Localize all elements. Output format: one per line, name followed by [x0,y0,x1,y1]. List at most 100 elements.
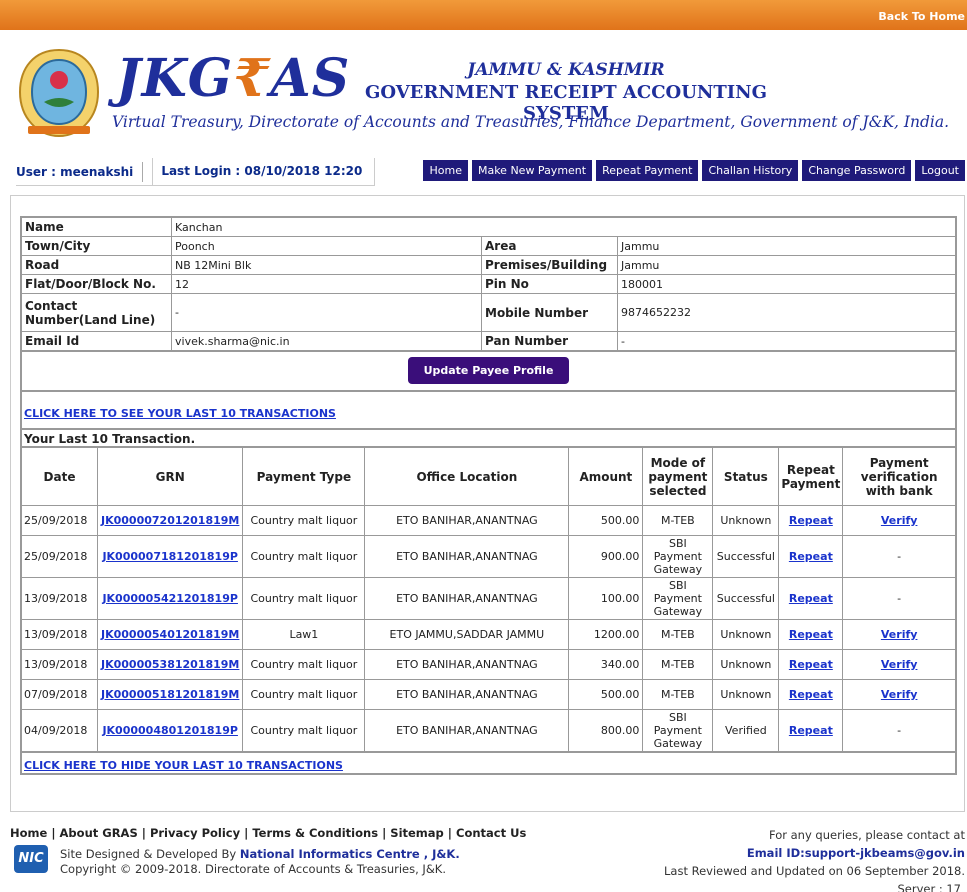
nav-logout[interactable]: Logout [915,160,965,181]
profile-area-value: Jammu [617,236,956,256]
cell-mode: M-TEB [642,649,714,680]
cell-repeat-link: Repeat [778,619,844,650]
grn-link[interactable]: JK000005401201819M [101,628,239,641]
main-nav: Home Make New Payment Repeat Payment Cha… [419,160,965,181]
cell-repeat-link: Repeat [778,535,844,578]
nav-change-password[interactable]: Change Password [802,160,912,181]
cell-payment-type: Country malt liquor [242,505,366,536]
back-to-home-link[interactable]: Back To Home [878,10,965,23]
cell-office-location: ETO BANIHAR,ANANTNAG [364,649,570,680]
user-label: User : meenakshi [16,164,134,179]
cell-payment-type: Country malt liquor [242,709,366,752]
nav-home[interactable]: Home [423,160,468,181]
show-transactions-link[interactable]: CLICK HERE TO SEE YOUR LAST 10 TRANSACTI… [24,407,336,420]
payee-profile-table: Name Kanchan Town/City Poonch Area Jammu… [21,217,956,351]
jkgras-logo: JKG₹AS [116,48,351,109]
cell-amount: 1200.00 [568,619,644,650]
repeat-link[interactable]: Repeat [789,658,833,671]
nic-name: National Informatics Centre , J&K. [239,847,460,861]
tagline: Virtual Treasury, Directorate of Account… [112,113,950,131]
profile-mobile-value: 9874652232 [617,293,956,332]
cell-grn-link: JK000005421201819P [96,577,244,620]
verify-link[interactable]: Verify [881,658,918,671]
repeat-link[interactable]: Repeat [789,514,833,527]
contact-info: For any queries, please contact at Email… [664,826,965,892]
cell-status: Unknown [712,679,780,710]
repeat-link[interactable]: Repeat [789,592,833,605]
cell-amount: 900.00 [568,535,644,578]
col-status: Status [712,447,780,506]
transactions-title: Your Last 10 Transaction. [21,429,956,447]
verify-link[interactable]: Verify [881,628,918,641]
repeat-link[interactable]: Repeat [789,724,833,737]
col-grn: GRN [96,447,244,506]
cell-date: 04/09/2018 [21,709,98,752]
profile-premises-value: Jammu [617,255,956,275]
grn-link[interactable]: JK000005181201819M [101,688,239,701]
verify-link[interactable]: Verify [881,514,918,527]
cell-verify: Verify [842,505,956,536]
footer-link-home[interactable]: Home [10,826,47,840]
cell-repeat-link: Repeat [778,709,844,752]
cell-mode: M-TEB [642,505,714,536]
cell-date: 13/09/2018 [21,577,98,620]
cell-status: Unknown [712,649,780,680]
cell-office-location: ETO BANIHAR,ANANTNAG [364,577,570,620]
grn-link[interactable]: JK000005381201819M [101,658,239,671]
profile-email-value: vivek.sharma@nic.in [171,331,482,351]
cell-payment-type: Country malt liquor [242,679,366,710]
profile-road-value: NB 12Mini Blk [171,255,482,275]
cell-repeat-link: Repeat [778,505,844,536]
grn-link[interactable]: JK000004801201819P [102,724,238,737]
cell-payment-type: Law1 [242,619,366,650]
nav-repeat-payment[interactable]: Repeat Payment [596,160,699,181]
cell-status: Successful [712,535,780,578]
nav-make-new-payment[interactable]: Make New Payment [471,160,593,181]
verify-link[interactable]: Verify [881,688,918,701]
profile-pin-value: 180001 [617,274,956,294]
designed-by: Site Designed & Developed By National In… [60,847,460,861]
transactions-table: Date GRN Payment Type Office Location Am… [21,447,956,752]
server-label: Server : 17 [897,882,961,892]
col-amount: Amount [568,447,644,506]
footer-link-about[interactable]: About GRAS [60,826,138,840]
cell-office-location: ETO JAMMU,SADDAR JAMMU [364,619,570,650]
footer-link-terms[interactable]: Terms & Conditions [252,826,378,840]
cell-amount: 340.00 [568,649,644,680]
cell-status: Successful [712,577,780,620]
nic-logo-icon: NIC [14,845,48,873]
cell-verify: Verify [842,619,956,650]
repeat-link[interactable]: Repeat [789,628,833,641]
cell-payment-type: Country malt liquor [242,649,366,680]
update-payee-profile-button[interactable]: Update Payee Profile [407,357,570,384]
support-email: Email ID:support-jkbeams@gov.in [746,846,965,860]
cell-grn-link: JK000005401201819M [96,619,244,650]
footer-link-sitemap[interactable]: Sitemap [390,826,444,840]
hide-transactions-link[interactable]: CLICK HERE TO HIDE YOUR LAST 10 TRANSACT… [24,759,343,772]
last-reviewed: Last Reviewed and Updated on 06 Septembe… [664,864,965,878]
cell-verify: Verify [842,679,956,710]
profile-contact-value: - [171,293,482,332]
state-emblem-icon [18,48,100,138]
cell-mode: M-TEB [642,679,714,710]
table-row: 04/09/2018 JK000004801201819P Country malt… [21,709,956,752]
cell-grn-link: JK000004801201819P [96,709,244,752]
state-title: JAMMU & KASHMIR [467,60,665,80]
cell-grn-link: JK000005381201819M [96,649,244,680]
grn-link[interactable]: JK000007181201819P [102,550,238,563]
footer-link-contact[interactable]: Contact Us [456,826,526,840]
repeat-link[interactable]: Repeat [789,688,833,701]
profile-pan-value: - [617,331,956,351]
nav-challan-history[interactable]: Challan History [702,160,799,181]
table-row: 07/09/2018 JK000005181201819M Country malt… [21,679,956,710]
repeat-link[interactable]: Repeat [789,550,833,563]
footer-link-privacy[interactable]: Privacy Policy [150,826,240,840]
profile-name-value: Kanchan [171,217,956,237]
grn-link[interactable]: JK000007201201819M [101,514,239,527]
queries-text: For any queries, please contact at [769,828,965,842]
grn-link[interactable]: JK000005421201819P [102,592,238,605]
col-mode: Mode of payment selected [642,447,714,506]
last-login: Last Login : 08/10/2018 12:20 [152,157,376,186]
user-nav-row: User : meenakshi Last Login : 08/10/2018… [10,157,965,186]
cell-office-location: ETO BANIHAR,ANANTNAG [364,535,570,578]
